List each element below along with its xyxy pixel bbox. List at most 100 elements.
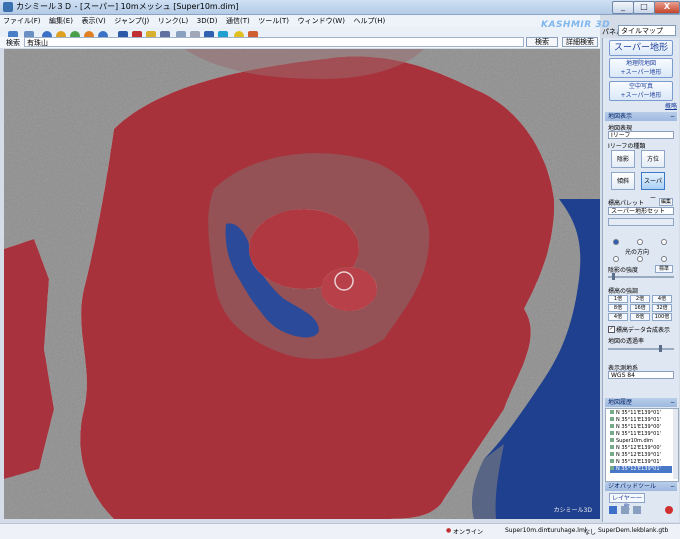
map-display-title: 地図表示 bbox=[608, 113, 633, 120]
palette-select[interactable]: スーパー地形セット bbox=[608, 207, 674, 215]
shade-strength-value[interactable]: 標準 bbox=[655, 265, 673, 273]
light-radio-s[interactable] bbox=[637, 256, 643, 262]
search-input[interactable]: 有珠山 bbox=[24, 37, 524, 47]
emphasis-16x[interactable]: 16倍 bbox=[630, 304, 650, 312]
history-item[interactable]: Super10m.dim bbox=[610, 438, 672, 445]
layer-list-button[interactable]: レイヤー一覧 bbox=[609, 493, 645, 511]
summary-link[interactable]: 概略 bbox=[665, 101, 677, 110]
history-item-selected[interactable]: N 35°12'E139°01' bbox=[610, 466, 672, 473]
minimize-button[interactable]: _ bbox=[612, 1, 634, 14]
undo-icon[interactable] bbox=[621, 506, 629, 514]
emphasis-4x[interactable]: 4倍 bbox=[652, 295, 672, 303]
status-file-lml: turuhage.lml bbox=[548, 527, 587, 534]
history-item[interactable]: N 35°11'E139°01' bbox=[610, 431, 672, 438]
light-radio-nw[interactable] bbox=[613, 239, 619, 245]
menu-edit[interactable]: 編集(E) bbox=[46, 15, 76, 27]
stop-icon[interactable] bbox=[665, 506, 673, 514]
map-view[interactable]: カシミール3D bbox=[4, 49, 600, 519]
emphasis-alt-4x[interactable]: 4倍 bbox=[608, 313, 628, 321]
tile-slope[interactable]: 傾斜 bbox=[611, 172, 635, 190]
opacity-slider-thumb[interactable] bbox=[659, 345, 662, 352]
photo-super-button[interactable]: 空中写真 +スーパー地形 bbox=[609, 81, 673, 101]
panel-selector[interactable]: タイルマップ bbox=[618, 25, 676, 36]
datum-select[interactable]: WGS 84 bbox=[608, 371, 674, 379]
sidebar-panel: スーパー地形 地理院地図 +スーパー地形 空中写真 +スーパー地形 概略 地図表… bbox=[602, 38, 679, 522]
status-file-dim: Super10m.dim bbox=[505, 527, 550, 534]
tile-aspect[interactable]: 方位 bbox=[641, 150, 665, 168]
menu-comm[interactable]: 通信(T) bbox=[223, 15, 253, 27]
menu-help[interactable]: ヘルプ(H) bbox=[351, 15, 389, 27]
menu-tools[interactable]: ツール(T) bbox=[255, 15, 292, 27]
history-item[interactable]: N 35°11'E139°01' bbox=[610, 410, 672, 417]
online-icon: ● bbox=[446, 527, 452, 534]
history-header[interactable]: 地図履歴 − bbox=[605, 398, 677, 407]
status-none: なし bbox=[584, 529, 597, 536]
geopad-header[interactable]: ジオパッドツール − bbox=[605, 482, 677, 491]
close-button[interactable]: X bbox=[654, 1, 680, 14]
status-bar: ● オンライン Super10m.dim turuhage.lml なし Sup… bbox=[0, 523, 680, 539]
history-collapse-icon[interactable]: − bbox=[670, 398, 675, 407]
app-icon bbox=[3, 2, 13, 12]
light-radio-ne[interactable] bbox=[661, 239, 667, 245]
redo-icon[interactable] bbox=[633, 506, 641, 514]
emphasis-32x[interactable]: 32倍 bbox=[652, 304, 672, 312]
menu-window[interactable]: ウィンドウ(W) bbox=[295, 15, 348, 27]
history-title: 地図履歴 bbox=[608, 399, 633, 406]
online-status: オンライン bbox=[453, 529, 484, 536]
window-title: カシミール３Ｄ - [スーパー] 10mメッシュ [Super10m.dim] bbox=[16, 2, 239, 11]
map-expr-select[interactable]: Iリーフ bbox=[608, 131, 674, 139]
photo-btn-line2: +スーパー地形 bbox=[620, 92, 662, 99]
geopad-title: ジオパッドツール bbox=[608, 483, 657, 490]
menu-3d[interactable]: 3D(D) bbox=[194, 15, 221, 27]
emphasis-alt-8x[interactable]: 8倍 bbox=[630, 313, 650, 321]
menu-jump[interactable]: ジャンプ(J) bbox=[111, 15, 152, 27]
history-item[interactable]: N 35°12'E139°01' bbox=[610, 459, 672, 466]
contour-checkbox[interactable]: ✓ bbox=[608, 326, 615, 333]
title-bar: カシミール３Ｄ - [スーパー] 10mメッシュ [Super10m.dim] … bbox=[0, 0, 680, 15]
menu-view[interactable]: 表示(V) bbox=[78, 15, 108, 27]
tile-super[interactable]: スーパー bbox=[641, 172, 665, 202]
relief-map bbox=[4, 49, 600, 519]
maximize-button[interactable]: □ bbox=[633, 1, 655, 14]
palette-edit-button[interactable]: 編集 bbox=[659, 198, 673, 206]
opacity-label: 地図の透過率 bbox=[608, 338, 645, 345]
gsi-btn-line1: 地理院地図 bbox=[625, 60, 656, 67]
history-item[interactable]: N 35°11'E139°00' bbox=[610, 424, 672, 431]
contour-check-label: 標高データ合成表示 bbox=[616, 327, 671, 334]
gsi-super-button[interactable]: 地理院地図 +スーパー地形 bbox=[609, 58, 673, 78]
menu-link[interactable]: リンク(L) bbox=[155, 15, 191, 27]
history-item[interactable]: N 35°11'E139°01' bbox=[610, 417, 672, 424]
opacity-slider-track[interactable] bbox=[608, 348, 674, 350]
history-item[interactable]: N 35°12'E139°01' bbox=[610, 452, 672, 459]
light-direction-label: 光の方向 bbox=[625, 249, 650, 256]
light-radio-se[interactable] bbox=[661, 256, 667, 262]
emphasis-8x[interactable]: 8倍 bbox=[608, 304, 628, 312]
gsi-btn-line2: +スーパー地形 bbox=[620, 69, 662, 76]
emphasis-2x[interactable]: 2倍 bbox=[630, 295, 650, 303]
status-file-gtb: blank.gtb bbox=[640, 527, 669, 534]
detail-search-button[interactable]: 詳細検索 bbox=[562, 37, 598, 47]
shade-slider-thumb[interactable] bbox=[612, 273, 615, 280]
super-terrain-button[interactable]: スーパー地形 bbox=[609, 40, 673, 56]
menu-file[interactable]: ファイル(F) bbox=[0, 15, 44, 27]
search-row: 検索 有珠山 検索 詳細検索 bbox=[0, 37, 600, 48]
shade-slider-track[interactable] bbox=[608, 276, 674, 278]
geopad-collapse-icon[interactable]: − bbox=[670, 482, 675, 491]
light-radio-sw[interactable] bbox=[613, 256, 619, 262]
emphasis-100x[interactable]: 100倍 bbox=[652, 313, 672, 321]
history-item[interactable]: N 35°12'E139°00' bbox=[610, 445, 672, 452]
tile-shade[interactable]: 陰影 bbox=[611, 150, 635, 168]
map-watermark: カシミール3D bbox=[553, 507, 592, 514]
light-radio-n[interactable] bbox=[637, 239, 643, 245]
palette-option-bar[interactable] bbox=[608, 218, 674, 226]
palette-label: 標高パレット bbox=[608, 200, 645, 207]
save-icon[interactable] bbox=[609, 506, 617, 514]
emphasis-1x[interactable]: 1倍 bbox=[608, 295, 628, 303]
collapse-icon[interactable]: − bbox=[670, 112, 675, 121]
history-list: N 35°11'E139°01' N 35°11'E139°01' N 35°1… bbox=[605, 408, 679, 482]
emphasis-label: 標高の強調 bbox=[608, 288, 639, 295]
photo-btn-line1: 空中写真 bbox=[628, 83, 653, 90]
search-button[interactable]: 検索 bbox=[526, 37, 558, 47]
map-display-header[interactable]: 地図表示 − bbox=[605, 112, 677, 121]
history-scrollbar[interactable] bbox=[673, 409, 678, 479]
